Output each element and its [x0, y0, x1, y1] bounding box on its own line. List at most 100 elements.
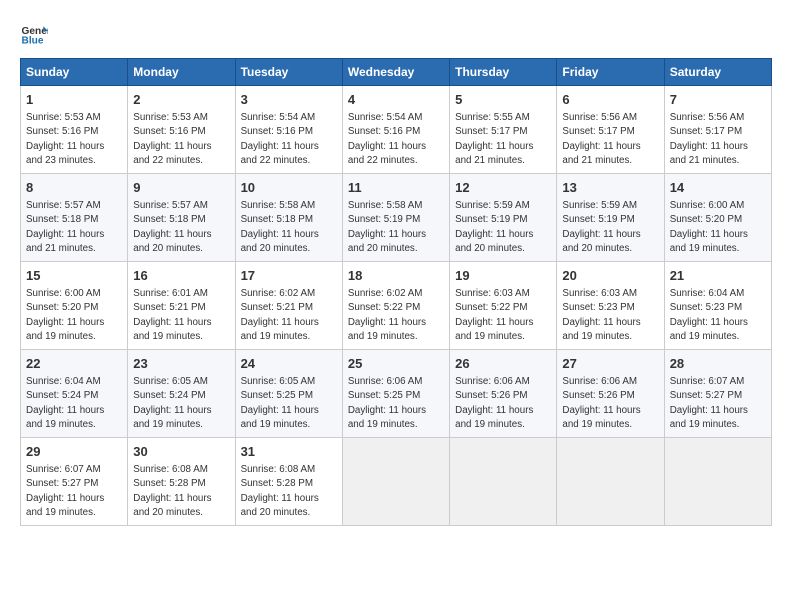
calendar-cell — [450, 438, 557, 526]
calendar-cell: 29 Sunrise: 6:07 AM Sunset: 5:27 PM Dayli… — [21, 438, 128, 526]
day-number: 1 — [26, 91, 122, 109]
calendar-header-row: SundayMondayTuesdayWednesdayThursdayFrid… — [21, 59, 772, 86]
day-info: Sunrise: 6:08 AM Sunset: 5:28 PM Dayligh… — [133, 463, 229, 520]
day-number: 19 — [455, 267, 551, 285]
day-info: Sunrise: 6:02 AM Sunset: 5:22 PM Dayligh… — [348, 287, 444, 344]
day-info: Sunrise: 6:07 AM Sunset: 5:27 PM Dayligh… — [26, 463, 122, 520]
calendar-cell: 10 Sunrise: 5:58 AM Sunset: 5:18 PM Dayli… — [235, 174, 342, 262]
calendar-cell: 1 Sunrise: 5:53 AM Sunset: 5:16 PM Daylig… — [21, 86, 128, 174]
day-header-sunday: Sunday — [21, 59, 128, 86]
day-header-friday: Friday — [557, 59, 664, 86]
day-info: Sunrise: 6:06 AM Sunset: 5:26 PM Dayligh… — [455, 375, 551, 432]
day-info: Sunrise: 6:06 AM Sunset: 5:25 PM Dayligh… — [348, 375, 444, 432]
calendar-cell: 22 Sunrise: 6:04 AM Sunset: 5:24 PM Dayli… — [21, 350, 128, 438]
day-number: 25 — [348, 355, 444, 373]
calendar-cell: 5Sunrise: 5:55 AM Sunset: 5:17 PM Daylig… — [450, 86, 557, 174]
day-number: 20 — [562, 267, 658, 285]
day-number: 10 — [241, 179, 337, 197]
day-number: 22 — [26, 355, 122, 373]
day-number: 26 — [455, 355, 551, 373]
calendar-cell: 23 Sunrise: 6:05 AM Sunset: 5:24 PM Dayli… — [128, 350, 235, 438]
day-number: 31 — [241, 443, 337, 461]
day-number: 3 — [241, 91, 337, 109]
day-number: 9 — [133, 179, 229, 197]
day-number: 16 — [133, 267, 229, 285]
svg-text:Blue: Blue — [22, 35, 44, 46]
day-number: 8 — [26, 179, 122, 197]
calendar-cell: 20 Sunrise: 6:03 AM Sunset: 5:23 PM Dayli… — [557, 262, 664, 350]
day-number: 6 — [562, 91, 658, 109]
day-header-tuesday: Tuesday — [235, 59, 342, 86]
calendar-cell: 9 Sunrise: 5:57 AM Sunset: 5:18 PM Daylig… — [128, 174, 235, 262]
day-header-saturday: Saturday — [664, 59, 771, 86]
day-info: Sunrise: 5:56 AM Sunset: 5:17 PM Dayligh… — [562, 111, 658, 168]
calendar-cell: 19 Sunrise: 6:03 AM Sunset: 5:22 PM Dayli… — [450, 262, 557, 350]
day-info: Sunrise: 6:05 AM Sunset: 5:24 PM Dayligh… — [133, 375, 229, 432]
calendar-cell: 24 Sunrise: 6:05 AM Sunset: 5:25 PM Dayli… — [235, 350, 342, 438]
calendar-cell: 8 Sunrise: 5:57 AM Sunset: 5:18 PM Daylig… — [21, 174, 128, 262]
day-number: 12 — [455, 179, 551, 197]
day-info: Sunrise: 6:04 AM Sunset: 5:24 PM Dayligh… — [26, 375, 122, 432]
calendar-cell: 12 Sunrise: 5:59 AM Sunset: 5:19 PM Dayli… — [450, 174, 557, 262]
day-number: 23 — [133, 355, 229, 373]
day-number: 4 — [348, 91, 444, 109]
day-number: 21 — [670, 267, 766, 285]
calendar-week-row: 22 Sunrise: 6:04 AM Sunset: 5:24 PM Dayli… — [21, 350, 772, 438]
day-info: Sunrise: 6:03 AM Sunset: 5:22 PM Dayligh… — [455, 287, 551, 344]
day-number: 30 — [133, 443, 229, 461]
day-info: Sunrise: 5:53 AM Sunset: 5:16 PM Dayligh… — [133, 111, 229, 168]
calendar-table: SundayMondayTuesdayWednesdayThursdayFrid… — [20, 58, 772, 526]
day-info: Sunrise: 5:53 AM Sunset: 5:16 PM Dayligh… — [26, 111, 122, 168]
calendar-cell: 13Sunrise: 5:59 AM Sunset: 5:19 PM Dayli… — [557, 174, 664, 262]
day-number: 13 — [562, 179, 658, 197]
calendar-cell: 16 Sunrise: 6:01 AM Sunset: 5:21 PM Dayli… — [128, 262, 235, 350]
day-number: 7 — [670, 91, 766, 109]
day-info: Sunrise: 5:57 AM Sunset: 5:18 PM Dayligh… — [26, 199, 122, 256]
day-info: Sunrise: 6:03 AM Sunset: 5:23 PM Dayligh… — [562, 287, 658, 344]
day-info: Sunrise: 5:56 AM Sunset: 5:17 PM Dayligh… — [670, 111, 766, 168]
page-header: General Blue — [20, 20, 772, 48]
calendar-week-row: 15 Sunrise: 6:00 AM Sunset: 5:20 PM Dayli… — [21, 262, 772, 350]
day-info: Sunrise: 6:05 AM Sunset: 5:25 PM Dayligh… — [241, 375, 337, 432]
day-info: Sunrise: 6:06 AM Sunset: 5:26 PM Dayligh… — [562, 375, 658, 432]
calendar-week-row: 29 Sunrise: 6:07 AM Sunset: 5:27 PM Dayli… — [21, 438, 772, 526]
day-number: 27 — [562, 355, 658, 373]
calendar-cell: 2Sunrise: 5:53 AM Sunset: 5:16 PM Daylig… — [128, 86, 235, 174]
calendar-week-row: 1 Sunrise: 5:53 AM Sunset: 5:16 PM Daylig… — [21, 86, 772, 174]
day-number: 28 — [670, 355, 766, 373]
day-number: 11 — [348, 179, 444, 197]
day-info: Sunrise: 6:00 AM Sunset: 5:20 PM Dayligh… — [670, 199, 766, 256]
calendar-cell: 31Sunrise: 6:08 AM Sunset: 5:28 PM Dayli… — [235, 438, 342, 526]
day-header-thursday: Thursday — [450, 59, 557, 86]
day-number: 14 — [670, 179, 766, 197]
day-info: Sunrise: 5:58 AM Sunset: 5:18 PM Dayligh… — [241, 199, 337, 256]
calendar-cell: 6 Sunrise: 5:56 AM Sunset: 5:17 PM Daylig… — [557, 86, 664, 174]
day-header-monday: Monday — [128, 59, 235, 86]
day-number: 24 — [241, 355, 337, 373]
day-number: 18 — [348, 267, 444, 285]
calendar-cell: 21Sunrise: 6:04 AM Sunset: 5:23 PM Dayli… — [664, 262, 771, 350]
day-number: 15 — [26, 267, 122, 285]
day-info: Sunrise: 5:58 AM Sunset: 5:19 PM Dayligh… — [348, 199, 444, 256]
day-number: 29 — [26, 443, 122, 461]
day-info: Sunrise: 6:01 AM Sunset: 5:21 PM Dayligh… — [133, 287, 229, 344]
day-number: 5 — [455, 91, 551, 109]
day-header-wednesday: Wednesday — [342, 59, 449, 86]
calendar-cell: 26 Sunrise: 6:06 AM Sunset: 5:26 PM Dayli… — [450, 350, 557, 438]
logo: General Blue — [20, 20, 52, 48]
calendar-cell: 7 Sunrise: 5:56 AM Sunset: 5:17 PM Daylig… — [664, 86, 771, 174]
calendar-cell: 15 Sunrise: 6:00 AM Sunset: 5:20 PM Dayli… — [21, 262, 128, 350]
calendar-cell: 28Sunrise: 6:07 AM Sunset: 5:27 PM Dayli… — [664, 350, 771, 438]
calendar-cell: 25 Sunrise: 6:06 AM Sunset: 5:25 PM Dayli… — [342, 350, 449, 438]
calendar-cell — [664, 438, 771, 526]
day-info: Sunrise: 6:00 AM Sunset: 5:20 PM Dayligh… — [26, 287, 122, 344]
calendar-cell: 17Sunrise: 6:02 AM Sunset: 5:21 PM Dayli… — [235, 262, 342, 350]
day-info: Sunrise: 5:57 AM Sunset: 5:18 PM Dayligh… — [133, 199, 229, 256]
calendar-cell: 30 Sunrise: 6:08 AM Sunset: 5:28 PM Dayli… — [128, 438, 235, 526]
logo-icon: General Blue — [20, 20, 48, 48]
calendar-cell: 27 Sunrise: 6:06 AM Sunset: 5:26 PM Dayli… — [557, 350, 664, 438]
day-info: Sunrise: 5:59 AM Sunset: 5:19 PM Dayligh… — [455, 199, 551, 256]
calendar-cell: 14 Sunrise: 6:00 AM Sunset: 5:20 PM Dayli… — [664, 174, 771, 262]
day-info: Sunrise: 5:54 AM Sunset: 5:16 PM Dayligh… — [241, 111, 337, 168]
day-number: 17 — [241, 267, 337, 285]
